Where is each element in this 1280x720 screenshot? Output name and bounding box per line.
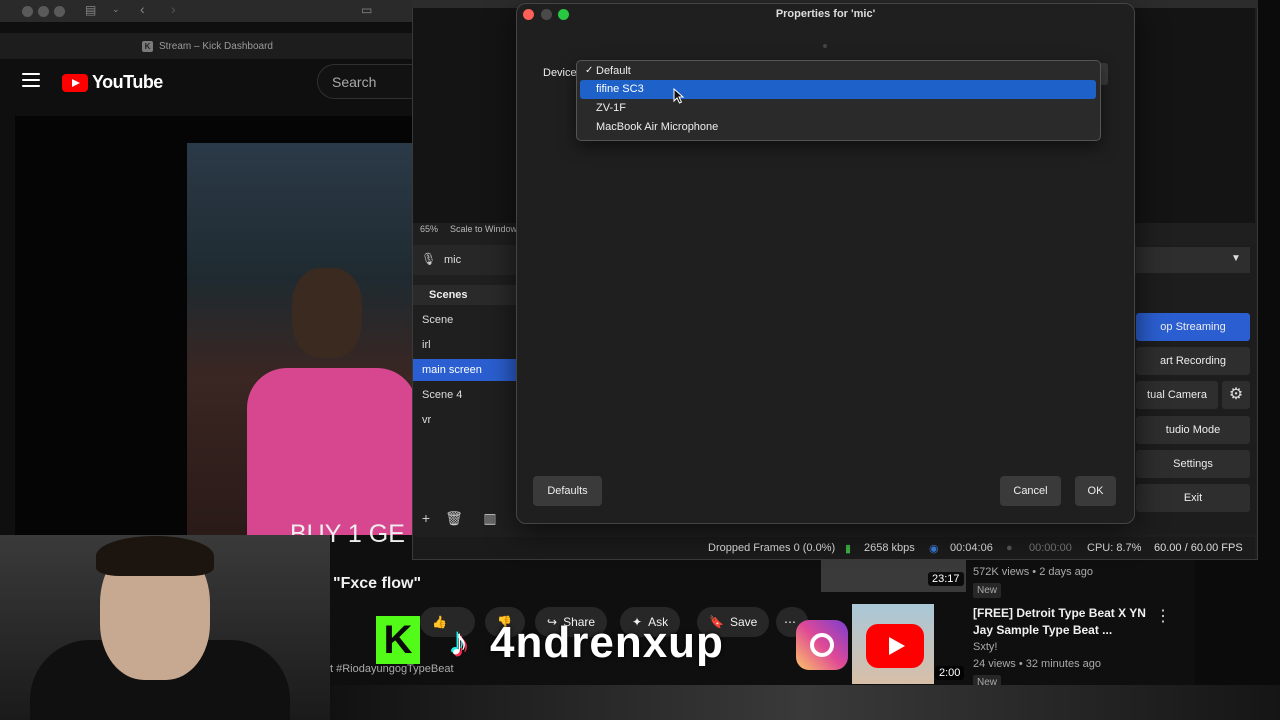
page-menu-icon[interactable]: ▭ bbox=[361, 3, 372, 17]
option-label: ZV-1F bbox=[596, 102, 626, 114]
scene-filter-icon[interactable]: ▥ bbox=[481, 509, 499, 527]
sidebar-duration-1: 23:17 bbox=[928, 572, 964, 586]
option-label: MacBook Air Microphone bbox=[596, 121, 719, 133]
webcam-hair bbox=[96, 536, 214, 576]
tiktok-icon: ♪ bbox=[449, 622, 469, 664]
youtube-icon bbox=[866, 624, 924, 668]
kick-logo: K bbox=[376, 616, 420, 664]
device-option-default[interactable]: ✓ Default bbox=[580, 62, 1096, 81]
youtube-logo[interactable]: YouTube bbox=[62, 72, 163, 93]
settings-button[interactable]: Settings bbox=[1136, 450, 1250, 478]
defaults-button[interactable]: Defaults bbox=[533, 476, 602, 506]
hamburger-menu-icon[interactable] bbox=[22, 73, 40, 87]
forward-icon[interactable]: › bbox=[171, 1, 176, 17]
option-label: Default bbox=[596, 65, 631, 77]
dialog-title: Properties for 'mic' bbox=[775, 8, 876, 20]
save-label: Save bbox=[729, 615, 758, 629]
record-icon: ● bbox=[1006, 542, 1013, 554]
more-icon: ⋯ bbox=[784, 615, 796, 629]
close-window-button[interactable] bbox=[22, 6, 33, 17]
record-time: 00:00:00 bbox=[1029, 542, 1072, 554]
add-scene-icon[interactable]: + bbox=[417, 509, 435, 527]
gear-icon[interactable]: ⚙ bbox=[1222, 381, 1250, 409]
video-title: "Fxce flow" bbox=[333, 575, 422, 592]
bitrate: 2658 kbps bbox=[864, 542, 915, 554]
checkmark-icon: ✓ bbox=[585, 65, 594, 76]
more-vert-icon[interactable]: ⋮ bbox=[1155, 606, 1171, 626]
start-recording-button[interactable]: art Recording bbox=[1136, 347, 1250, 375]
option-label: fifine SC3 bbox=[596, 83, 644, 95]
dropped-frames: Dropped Frames 0 (0.0%) bbox=[708, 542, 836, 554]
fps-readout: 60.00 / 60.00 FPS bbox=[1154, 542, 1243, 554]
sidebar-title-2[interactable]: [FREE] Detroit Type Beat X YN Jay Sample… bbox=[973, 605, 1148, 639]
device-option-macbook-mic[interactable]: MacBook Air Microphone bbox=[580, 118, 1096, 137]
youtube-play-icon bbox=[62, 73, 88, 92]
bottom-video-strip bbox=[330, 685, 1280, 720]
scene-item[interactable]: vr bbox=[413, 409, 516, 431]
kick-tab-icon: K bbox=[142, 40, 154, 52]
microphone-icon: 🎙 bbox=[421, 252, 437, 266]
cancel-button[interactable]: Cancel bbox=[1000, 476, 1061, 506]
scene-item[interactable]: Scene bbox=[413, 309, 516, 331]
virtual-camera-button[interactable]: tual Camera bbox=[1136, 381, 1218, 409]
sidebar-channel-2[interactable]: Sxty! bbox=[973, 641, 997, 653]
video-frame bbox=[187, 143, 415, 535]
new-badge-1: New bbox=[973, 583, 1002, 598]
selected-source-name: mic bbox=[444, 254, 462, 266]
stop-streaming-button[interactable]: op Streaming bbox=[1136, 313, 1250, 341]
browser-titlebar: ▤ ⌄ ‹ › ▭ bbox=[0, 0, 415, 22]
exit-button[interactable]: Exit bbox=[1136, 484, 1250, 512]
browser-tab[interactable]: K Stream – Kick Dashboard bbox=[0, 33, 415, 59]
signal-icon: ▮ bbox=[845, 543, 852, 555]
minimize-window-button[interactable] bbox=[38, 6, 49, 17]
overlay-handle: 4ndrenxup bbox=[490, 618, 724, 667]
tab-title: Stream – Kick Dashboard bbox=[159, 40, 273, 52]
person-head bbox=[292, 268, 362, 358]
preview-scale-mode[interactable]: Scale to Window bbox=[450, 224, 517, 234]
streaming-icon: ◉ bbox=[929, 543, 939, 555]
cpu-usage: CPU: 8.7% bbox=[1087, 542, 1142, 554]
ok-button[interactable]: OK bbox=[1075, 476, 1116, 506]
device-label: Device bbox=[543, 67, 577, 79]
stream-time: 00:04:06 bbox=[950, 542, 993, 554]
sidebar-duration-2: 2:00 bbox=[935, 666, 965, 680]
studio-mode-button[interactable]: tudio Mode bbox=[1136, 416, 1250, 444]
device-option-zv1f[interactable]: ZV-1F bbox=[580, 99, 1096, 118]
video-person bbox=[247, 198, 415, 535]
sidebar-toggle-icon[interactable]: ▤ bbox=[85, 3, 96, 17]
sidebar-meta-2: 24 views • 32 minutes ago bbox=[973, 658, 1101, 670]
scenes-dock-header: Scenes bbox=[413, 285, 516, 305]
youtube-wordmark: YouTube bbox=[92, 72, 163, 92]
scene-item[interactable]: Scene 4 bbox=[413, 384, 516, 406]
chevron-down-icon[interactable]: ⌄ bbox=[112, 4, 120, 15]
back-icon[interactable]: ‹ bbox=[140, 1, 145, 17]
zoom-window-button[interactable] bbox=[54, 6, 65, 17]
chevron-down-icon[interactable]: ▼ bbox=[1231, 253, 1241, 264]
mouse-cursor-icon bbox=[673, 88, 685, 104]
sidebar-meta-1: 572K views • 2 days ago bbox=[973, 566, 1094, 578]
trash-icon[interactable]: 🗑 bbox=[445, 509, 463, 527]
device-option-fifine[interactable]: fifine SC3 bbox=[580, 80, 1096, 99]
pink-shirt bbox=[247, 368, 415, 535]
scene-item[interactable]: irl bbox=[413, 334, 516, 356]
preview-placeholder-dot bbox=[823, 44, 827, 48]
instagram-icon bbox=[796, 620, 848, 670]
preview-zoom: 65% bbox=[420, 224, 439, 234]
scene-item-active[interactable]: main screen bbox=[413, 359, 516, 381]
